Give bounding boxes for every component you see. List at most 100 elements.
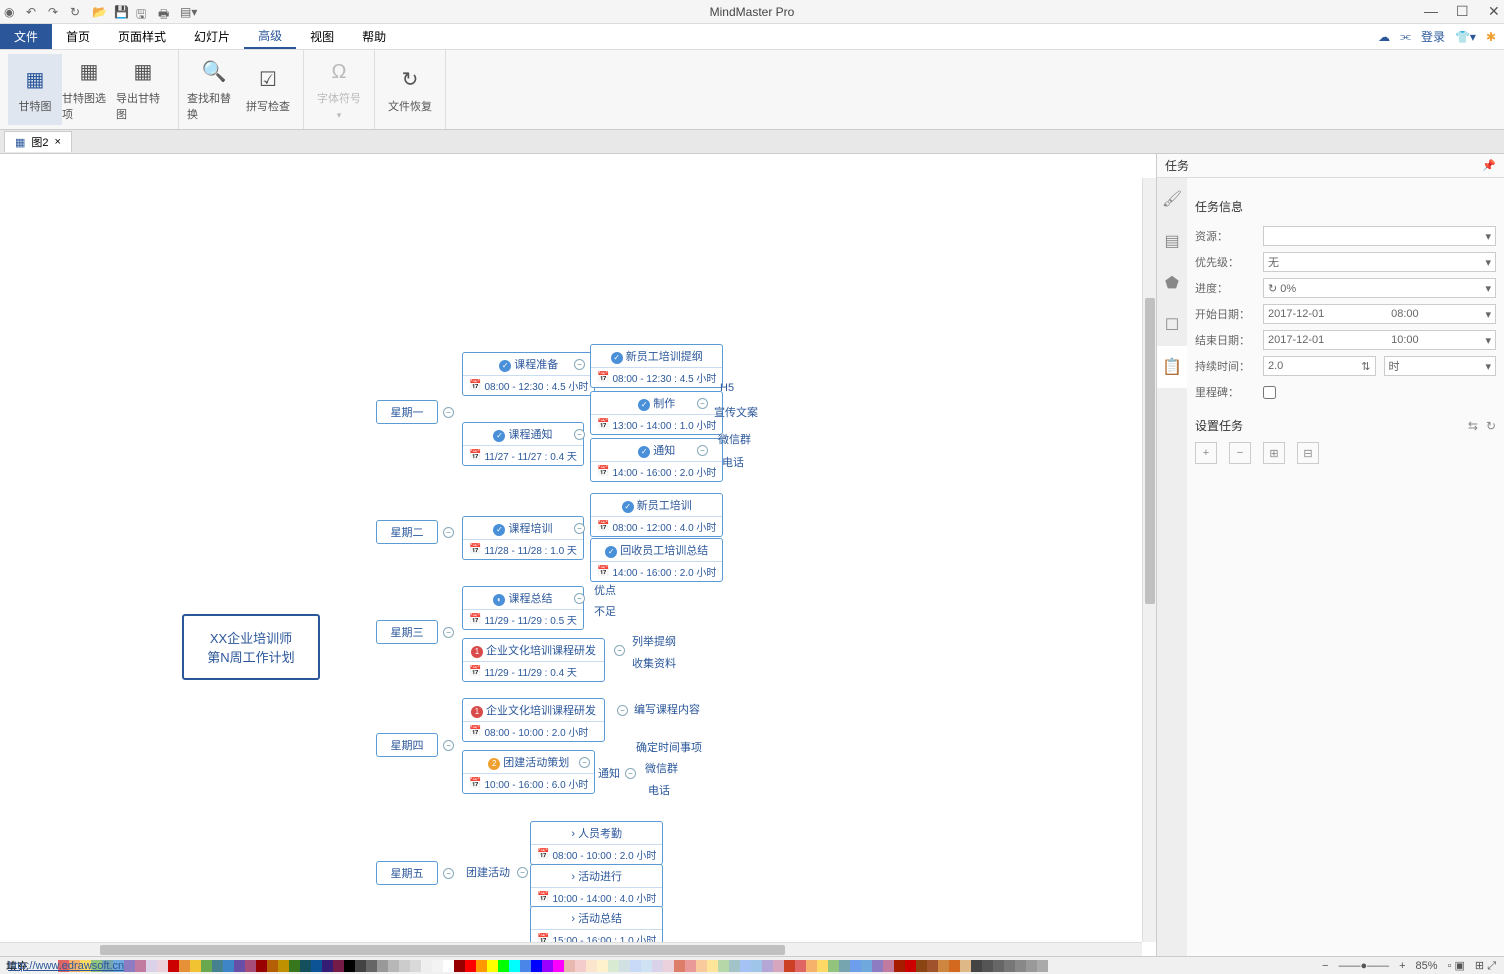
swatch[interactable] — [157, 960, 168, 972]
swatch[interactable] — [949, 960, 960, 972]
swatch[interactable] — [916, 960, 927, 972]
toggle-icon[interactable]: − — [574, 359, 585, 370]
swatch[interactable] — [366, 960, 377, 972]
swatch[interactable] — [168, 960, 179, 972]
swatch[interactable] — [344, 960, 355, 972]
find-replace-button[interactable]: 🔍查找和替换 — [187, 54, 241, 125]
remove-button[interactable]: − — [1229, 442, 1251, 464]
swatch[interactable] — [597, 960, 608, 972]
swatch[interactable] — [883, 960, 894, 972]
swatch[interactable] — [355, 960, 366, 972]
swatch[interactable] — [564, 960, 575, 972]
node-fri-a[interactable]: 团建活动 — [466, 864, 510, 880]
swatch[interactable] — [586, 960, 597, 972]
swatch[interactable] — [333, 960, 344, 972]
swatch[interactable] — [1026, 960, 1037, 972]
toggle-icon[interactable]: − — [574, 593, 585, 604]
zoom-slider[interactable]: ——●—— — [1338, 960, 1389, 972]
toggle-icon[interactable]: − — [443, 527, 454, 538]
saveas-icon[interactable]: 🖫 — [136, 5, 150, 19]
swatch[interactable] — [652, 960, 663, 972]
swatch[interactable] — [278, 960, 289, 972]
add-button[interactable]: + — [1195, 442, 1217, 464]
swatch[interactable] — [542, 960, 553, 972]
swatch[interactable] — [663, 960, 674, 972]
swatch[interactable] — [146, 960, 157, 972]
toggle-icon[interactable]: − — [614, 645, 625, 656]
swatch[interactable] — [872, 960, 883, 972]
swatch[interactable] — [432, 960, 443, 972]
swatch[interactable] — [729, 960, 740, 972]
swatch[interactable] — [410, 960, 421, 972]
toggle-icon[interactable]: − — [574, 523, 585, 534]
swatch[interactable] — [707, 960, 718, 972]
grid-button-1[interactable]: ⊞ — [1263, 442, 1285, 464]
mindmap-canvas[interactable]: XX企业培训师 第N周工作计划 星期一 星期二 星期三 星期四 星期五 − − … — [0, 154, 1156, 956]
open-icon[interactable]: 📂 — [92, 5, 106, 19]
swatch[interactable] — [927, 960, 938, 972]
swatch[interactable] — [839, 960, 850, 972]
toggle-icon[interactable]: − — [697, 398, 708, 409]
swatch[interactable] — [300, 960, 311, 972]
input-resource[interactable]: ▾ — [1263, 226, 1496, 246]
zoom-out[interactable]: − — [1322, 960, 1328, 972]
swatch[interactable] — [1015, 960, 1026, 972]
leaf[interactable]: 电话 — [722, 454, 744, 470]
swatch[interactable] — [1004, 960, 1015, 972]
input-duration[interactable]: 2.0⇅ — [1263, 356, 1376, 376]
node-thu-b[interactable]: 2团建活动策划📅10:00 - 16:00 : 6.0 小时 — [462, 750, 595, 794]
root-node[interactable]: XX企业培训师 第N周工作计划 — [182, 614, 320, 680]
menu-slideshow[interactable]: 幻灯片 — [180, 24, 244, 49]
sub-node[interactable]: 通知 — [598, 765, 620, 781]
node-mon-a[interactable]: ✓课程准备📅08:00 - 12:30 : 4.5 小时 — [462, 352, 595, 396]
file-recovery-button[interactable]: ↻文件恢复 — [383, 54, 437, 125]
swatch[interactable] — [520, 960, 531, 972]
menu-help[interactable]: 帮助 — [348, 24, 400, 49]
gantt-options-button[interactable]: ▦甘特图选项 — [62, 54, 116, 125]
swatch[interactable] — [311, 960, 322, 972]
swatch[interactable] — [905, 960, 916, 972]
globe-icon[interactable]: ◉ — [4, 5, 18, 19]
close-button[interactable]: ✕ — [1488, 3, 1500, 20]
swatch[interactable] — [971, 960, 982, 972]
swatch[interactable] — [256, 960, 267, 972]
node-tue-c1[interactable]: ✓新员工培训📅08:00 - 12:00 : 4.0 小时 — [590, 493, 723, 537]
icon-b[interactable]: ↻ — [1486, 419, 1496, 433]
leaf[interactable]: H5 — [720, 382, 734, 394]
swatch[interactable] — [861, 960, 872, 972]
menu-home[interactable]: 首页 — [52, 24, 104, 49]
node-tue-a[interactable]: ✓课程培训📅11/28 - 11/28 : 1.0 天 — [462, 516, 584, 560]
swatch[interactable] — [531, 960, 542, 972]
input-end-date[interactable]: 2017-12-0110:00▾ — [1263, 330, 1496, 350]
swatch[interactable] — [773, 960, 784, 972]
swatch[interactable] — [509, 960, 520, 972]
menu-file[interactable]: 文件 — [0, 24, 52, 49]
swatch[interactable] — [784, 960, 795, 972]
node-fri-c1[interactable]: › 人员考勤📅08:00 - 10:00 : 2.0 小时 — [530, 821, 663, 865]
pin-icon[interactable]: 📌 — [1482, 159, 1496, 172]
swatch[interactable] — [487, 960, 498, 972]
view-btn-2[interactable]: ⊞ ⤢ — [1475, 959, 1496, 973]
swatch[interactable] — [938, 960, 949, 972]
toggle-icon[interactable]: − — [579, 757, 590, 768]
node-wed-a[interactable]: ◐课程总结📅11/29 - 11/29 : 0.5 天 — [462, 586, 584, 630]
menu-view[interactable]: 视图 — [296, 24, 348, 49]
toggle-icon[interactable]: − — [625, 768, 636, 779]
gantt-button[interactable]: ▦甘特图 — [8, 54, 62, 125]
toggle-icon[interactable]: − — [443, 627, 454, 638]
input-start-date[interactable]: 2017-12-0108:00▾ — [1263, 304, 1496, 324]
swatch[interactable] — [960, 960, 971, 972]
toggle-icon[interactable]: − — [617, 705, 628, 716]
swatch[interactable] — [894, 960, 905, 972]
redo-icon[interactable]: ↷ — [48, 5, 62, 19]
toggle-icon[interactable]: − — [574, 429, 585, 440]
swatch[interactable] — [454, 960, 465, 972]
save-icon[interactable]: 💾 — [114, 5, 128, 19]
day-mon[interactable]: 星期一 — [376, 400, 438, 424]
document-tab[interactable]: ▦ 图2 × — [4, 131, 72, 152]
share-icon[interactable]: ⫘ — [1400, 29, 1411, 44]
day-thu[interactable]: 星期四 — [376, 733, 438, 757]
toggle-icon[interactable]: − — [443, 740, 454, 751]
swatch[interactable] — [553, 960, 564, 972]
zoom-in[interactable]: + — [1399, 960, 1405, 972]
